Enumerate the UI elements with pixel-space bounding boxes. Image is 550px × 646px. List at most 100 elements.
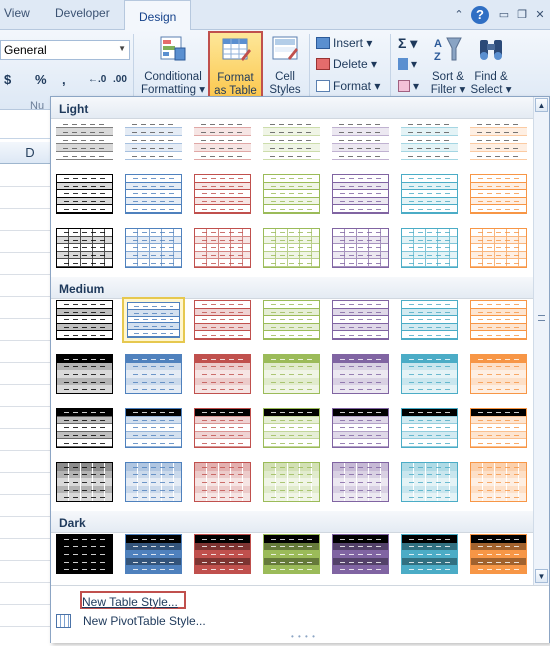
table-style-lightA-purple[interactable] — [329, 117, 392, 163]
table-style-row — [402, 323, 457, 332]
format-cells-button[interactable]: Format ▾ — [316, 76, 380, 96]
table-style-lightC-blue[interactable] — [122, 225, 185, 271]
clear-button[interactable]: ▾ — [398, 76, 419, 96]
table-style-lightA-blue[interactable] — [122, 117, 185, 163]
table-style-darkA-black[interactable] — [53, 531, 116, 577]
table-style-lightA-black[interactable] — [53, 117, 116, 163]
table-style-row — [333, 244, 388, 252]
table-style-medD-black[interactable] — [53, 459, 116, 505]
table-style-medA-black[interactable] — [53, 297, 116, 343]
table-style-lightC-aqua[interactable] — [398, 225, 461, 271]
sheet-gridline — [0, 296, 50, 297]
table-style-medD-orange[interactable] — [467, 459, 530, 505]
increase-decimal-button[interactable]: ←.0 — [88, 74, 106, 85]
table-style-row — [471, 236, 526, 245]
table-style-medB-green[interactable] — [260, 351, 323, 397]
table-style-lightA-green[interactable] — [260, 117, 323, 163]
table-style-medC-blue[interactable] — [122, 405, 185, 451]
table-style-lightB-purple[interactable] — [329, 171, 392, 217]
resize-grip-icon[interactable]: • • • • — [291, 632, 316, 641]
window-minimize-icon[interactable]: ▭ — [496, 7, 512, 23]
table-style-medC-aqua[interactable] — [398, 405, 461, 451]
table-style-row — [471, 251, 526, 260]
decrease-decimal-button[interactable]: .00 — [113, 74, 127, 85]
minimize-ribbon-icon[interactable]: ⌃ — [451, 7, 467, 23]
find-select-button[interactable]: Find & Select ▾ — [470, 32, 512, 97]
table-style-medC-green[interactable] — [260, 405, 323, 451]
table-style-medA-green[interactable] — [260, 297, 323, 343]
table-style-medA-purple[interactable] — [329, 297, 392, 343]
table-style-medB-black[interactable] — [53, 351, 116, 397]
window-close-icon[interactable]: ✕ — [532, 7, 548, 23]
table-style-medD-red[interactable] — [191, 459, 254, 505]
tab-design[interactable]: Design — [124, 0, 192, 31]
comma-style-button[interactable]: , — [62, 72, 66, 87]
table-style-lightB-orange[interactable] — [467, 171, 530, 217]
number-format-dropdown[interactable]: General ▼ — [0, 40, 130, 60]
table-style-medB-aqua[interactable] — [398, 351, 461, 397]
table-style-medB-blue[interactable] — [122, 351, 185, 397]
table-style-medB-red[interactable] — [191, 351, 254, 397]
table-style-row — [470, 152, 527, 160]
table-style-medB-orange[interactable] — [467, 351, 530, 397]
delete-cells-button[interactable]: Delete ▾ — [316, 54, 377, 74]
table-style-lightB-black[interactable] — [53, 171, 116, 217]
table-style-lightC-purple[interactable] — [329, 225, 392, 271]
table-style-lightB-green[interactable] — [260, 171, 323, 217]
table-style-lightB-aqua[interactable] — [398, 171, 461, 217]
currency-button[interactable]: $ — [4, 72, 11, 87]
table-style-row — [57, 535, 112, 543]
tab-developer[interactable]: Developer — [55, 6, 110, 20]
window-restore-icon[interactable]: ❐ — [514, 7, 530, 23]
scroll-thumb-grip[interactable] — [538, 315, 545, 321]
table-style-lightC-orange[interactable] — [467, 225, 530, 271]
table-style-lightC-black[interactable] — [53, 225, 116, 271]
autosum-button[interactable]: Σ ▾ — [398, 33, 417, 53]
table-style-medB-purple[interactable] — [329, 351, 392, 397]
new-pivottable-style-menu-item[interactable]: New PivotTable Style... — [56, 612, 206, 630]
conditional-formatting-button[interactable]: Conditional Formatting ▾ — [140, 32, 206, 97]
insert-cells-button[interactable]: Insert ▾ — [316, 33, 372, 53]
table-style-medA-red[interactable] — [191, 297, 254, 343]
table-style-row — [195, 542, 250, 551]
table-style-lightA-orange[interactable] — [467, 117, 530, 163]
table-style-darkA-purple[interactable] — [329, 531, 392, 577]
table-style-darkA-blue[interactable] — [122, 531, 185, 577]
table-style-row — [264, 416, 319, 425]
sort-filter-button[interactable]: A Z Sort & Filter ▾ — [427, 32, 469, 97]
table-style-darkA-red[interactable] — [191, 531, 254, 577]
table-style-medD-blue[interactable] — [122, 459, 185, 505]
table-style-medA-aqua[interactable] — [398, 297, 461, 343]
format-as-table-button[interactable]: Format as Table ▾ — [208, 31, 263, 110]
table-style-lightA-red[interactable] — [191, 117, 254, 163]
table-style-row — [402, 493, 457, 501]
new-table-style-menu-item[interactable]: New Table Style... — [80, 591, 186, 609]
percent-button[interactable]: % — [35, 72, 47, 87]
table-style-lightC-green[interactable] — [260, 225, 323, 271]
table-style-medD-aqua[interactable] — [398, 459, 461, 505]
table-style-lightB-red[interactable] — [191, 171, 254, 217]
table-style-row — [57, 236, 112, 245]
table-style-darkA-aqua[interactable] — [398, 531, 461, 577]
table-style-lightB-blue[interactable] — [122, 171, 185, 217]
table-style-darkA-orange[interactable] — [467, 531, 530, 577]
table-style-lightC-red[interactable] — [191, 225, 254, 271]
fill-button[interactable]: ▾ — [398, 54, 417, 74]
tab-view[interactable]: View — [4, 6, 30, 20]
table-style-medA-orange[interactable] — [467, 297, 530, 343]
table-style-medC-orange[interactable] — [467, 405, 530, 451]
table-style-row — [125, 128, 182, 136]
table-style-row — [126, 175, 181, 183]
table-style-medC-purple[interactable] — [329, 405, 392, 451]
table-style-medC-red[interactable] — [191, 405, 254, 451]
help-icon[interactable]: ? — [471, 6, 489, 24]
table-style-medC-black[interactable] — [53, 405, 116, 451]
table-style-medD-purple[interactable] — [329, 459, 392, 505]
table-style-lightA-aqua[interactable] — [398, 117, 461, 163]
scroll-down-arrow-icon[interactable]: ▼ — [535, 569, 548, 583]
table-style-darkA-green[interactable] — [260, 531, 323, 577]
table-style-medD-green[interactable] — [260, 459, 323, 505]
gallery-scrollbar[interactable]: ▲ ▼ — [533, 97, 549, 585]
scroll-up-arrow-icon[interactable]: ▲ — [535, 98, 548, 112]
table-style-medA-blue[interactable] — [122, 297, 185, 343]
